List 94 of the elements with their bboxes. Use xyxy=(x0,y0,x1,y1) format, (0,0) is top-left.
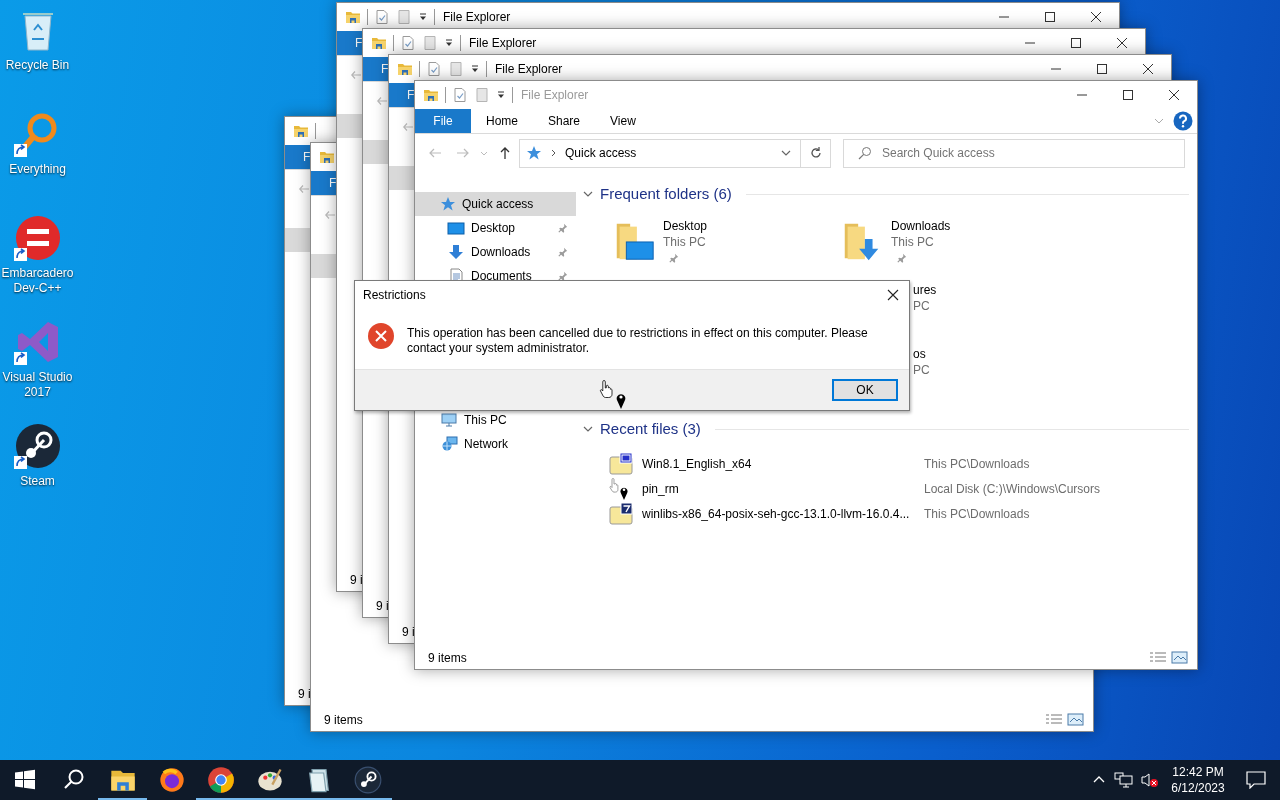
caret-icon[interactable] xyxy=(444,38,454,48)
folder-icon[interactable] xyxy=(293,123,309,139)
folder-icon[interactable] xyxy=(423,87,439,103)
windows-logo-icon[interactable] xyxy=(12,768,37,792)
status-text: 9 i xyxy=(376,598,389,615)
maximize-icon[interactable] xyxy=(1071,38,1081,48)
close-icon[interactable] xyxy=(1091,12,1101,22)
network-icon[interactable] xyxy=(1114,772,1134,788)
ribbon-tab[interactable]: File xyxy=(415,109,471,133)
star-icon[interactable] xyxy=(526,145,542,161)
error-icon xyxy=(367,322,395,350)
search-field[interactable]: Search Quick access xyxy=(843,138,1185,168)
sidebar-item[interactable]: Downloads xyxy=(415,240,576,264)
close-icon[interactable] xyxy=(1169,90,1179,100)
maximize-icon[interactable] xyxy=(1097,64,1107,74)
disc-image-icon[interactable] xyxy=(609,451,633,476)
folder-location: PC xyxy=(913,362,930,378)
computer-icon xyxy=(440,412,458,428)
properties-icon[interactable] xyxy=(400,35,416,51)
window-title: File Explorer xyxy=(443,9,511,26)
steam-icon xyxy=(353,766,382,794)
file-name[interactable]: Win8.1_English_x64 xyxy=(642,454,752,473)
chevron-right-icon xyxy=(550,149,557,157)
sidebar-item[interactable]: This PC xyxy=(415,408,576,432)
dialog-title: Restrictions xyxy=(363,287,426,304)
file-name[interactable]: winlibs-x86_64-posix-seh-gcc-13.1.0-llvm-16.0.4... xyxy=(642,504,910,523)
window-title: File Explorer xyxy=(521,87,589,104)
file-location: This PC\Downloads xyxy=(924,455,1030,473)
folder-name[interactable]: os xyxy=(913,346,926,362)
browser-icon xyxy=(206,766,235,794)
caret-icon[interactable] xyxy=(470,64,480,74)
close-icon[interactable] xyxy=(1143,64,1153,74)
file-location: Local Disk (C:)\Windows\Cursors xyxy=(924,480,1101,498)
muted-speaker-icon[interactable] xyxy=(1140,772,1160,788)
status-text: 9 items xyxy=(428,650,467,667)
close-icon[interactable] xyxy=(1117,38,1127,48)
status-text: 9 i xyxy=(350,572,363,589)
star-icon xyxy=(440,196,456,212)
properties-icon[interactable] xyxy=(426,61,442,77)
folder-icon[interactable] xyxy=(319,149,335,165)
window-title: File Explorer xyxy=(469,35,537,52)
sidebar-item[interactable]: Desktop xyxy=(415,216,576,240)
ribbon-tab[interactable]: F xyxy=(389,83,415,107)
ribbon-tab[interactable]: Home xyxy=(471,109,533,133)
large-icons-view-icon[interactable] xyxy=(1067,713,1085,727)
maximize-icon[interactable] xyxy=(1123,90,1133,100)
sidebar-item[interactable]: Quick access xyxy=(415,192,576,216)
properties-icon[interactable] xyxy=(374,9,390,25)
large-icons-view-icon[interactable] xyxy=(1171,651,1189,665)
status-text: 9 i xyxy=(402,624,415,641)
download-arrow-icon xyxy=(447,244,465,260)
clock[interactable]: 12:42 PM 6/12/2023 xyxy=(1168,764,1228,796)
ribbon-tab[interactable]: F xyxy=(337,31,363,55)
status-text: 9 items xyxy=(324,712,363,729)
folder-icon[interactable] xyxy=(371,35,387,51)
close-icon[interactable] xyxy=(887,289,899,301)
desktop-icon xyxy=(447,220,465,236)
ribbon-tab[interactable]: F xyxy=(285,145,311,169)
notification-icon[interactable] xyxy=(1246,771,1266,789)
steam-icon[interactable] xyxy=(13,422,62,470)
section-heading[interactable]: Recent files (3) xyxy=(600,417,701,441)
file-location: This PC\Downloads xyxy=(924,505,1030,523)
file-name[interactable]: pin_rm xyxy=(642,479,679,498)
address-text: Quick access xyxy=(565,145,637,162)
section-heading[interactable]: Frequent folders (6) xyxy=(600,182,732,206)
status-text: 9 i xyxy=(298,686,311,703)
caret-icon[interactable] xyxy=(496,90,506,100)
caret-icon[interactable] xyxy=(418,12,428,22)
folder-name[interactable]: Downloads xyxy=(891,218,951,234)
browser-icon xyxy=(157,766,186,794)
error-message: This operation has been cancelled due to restrictions in effect on this computer. Please contact your system administrator. xyxy=(407,326,869,357)
folder-location: PC xyxy=(913,298,930,314)
ribbon-tab[interactable]: F xyxy=(363,57,389,81)
folder-icon[interactable] xyxy=(397,61,413,77)
search-icon xyxy=(857,144,873,161)
sidebar-item[interactable]: Network xyxy=(415,432,576,456)
properties-icon[interactable] xyxy=(452,87,468,103)
address-bar[interactable]: Quick access xyxy=(519,138,831,168)
help-icon[interactable] xyxy=(1173,111,1193,131)
folder-location: This PC xyxy=(891,234,934,250)
folder-icon[interactable] xyxy=(345,9,361,25)
ribbon-tab[interactable]: View xyxy=(595,109,651,133)
ok-button[interactable]: OK xyxy=(832,379,898,401)
location-pin-icon xyxy=(616,392,626,410)
folder-name[interactable]: Desktop xyxy=(663,218,708,234)
archive-icon[interactable] xyxy=(609,501,633,526)
ribbon-tab[interactable]: F xyxy=(311,171,337,195)
folder-location: This PC xyxy=(663,234,706,250)
network-icon xyxy=(440,436,458,452)
ribbon-tab[interactable]: Share xyxy=(533,109,596,133)
window-title: File Explorer xyxy=(495,61,563,78)
maximize-icon[interactable] xyxy=(1045,12,1055,22)
folder-name[interactable]: ures xyxy=(913,282,937,298)
hand-cursor-icon xyxy=(599,379,613,399)
